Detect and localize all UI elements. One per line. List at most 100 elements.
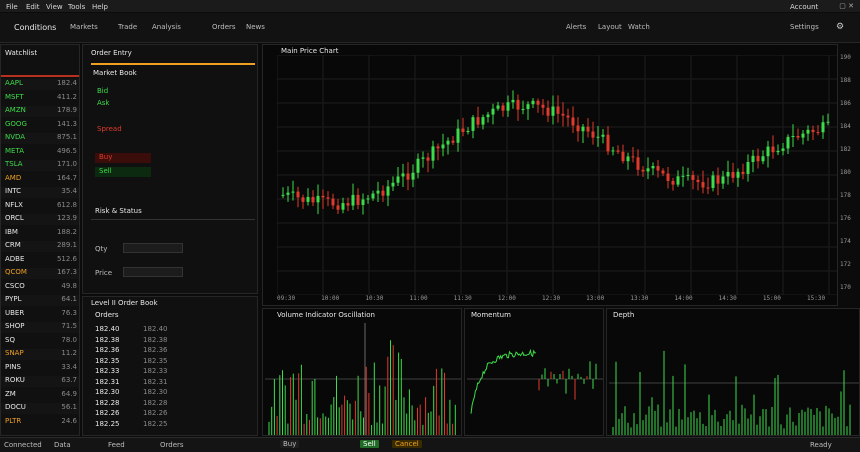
watchlist-symbol: PINS — [5, 362, 21, 371]
watchlist-row[interactable]: ROKU 63.7 — [1, 376, 79, 387]
watchlist-value: 56.1 — [61, 403, 77, 411]
toolbar-layout[interactable]: Layout — [598, 23, 622, 31]
watchlist-row[interactable]: INTC 35.4 — [1, 187, 79, 198]
menu-edit[interactable]: Edit — [26, 3, 40, 11]
momentum-line — [470, 348, 536, 414]
candle-body — [286, 192, 290, 195]
momentum-chart-plot[interactable] — [467, 323, 603, 435]
status-ready: Ready — [810, 441, 832, 449]
watchlist-row[interactable]: PYPL 64.1 — [1, 295, 79, 306]
toolbar-alerts[interactable]: Alerts — [566, 23, 586, 31]
tab-trade[interactable]: Trade — [118, 23, 137, 31]
window-controls[interactable]: ▢ ✕ — [839, 2, 854, 10]
depth-chart-plot[interactable] — [609, 323, 859, 435]
watchlist-row[interactable]: NVDA 875.1 — [1, 133, 79, 144]
watchlist-row[interactable]: QCOM 167.3 — [1, 268, 79, 279]
candle-body — [401, 173, 405, 177]
watchlist-row[interactable]: MSFT 411.2 — [1, 93, 79, 104]
x-tick-label: 10:30 — [365, 295, 384, 302]
watchlist-row[interactable]: ZM 64.9 — [1, 389, 79, 401]
watchlist-row[interactable]: CRM 289.1 — [1, 241, 79, 252]
candle-body — [631, 156, 635, 158]
buy-button[interactable]: Buy — [95, 153, 151, 163]
order-book-price-mirror: 182.33 — [143, 367, 168, 375]
watchlist-row[interactable]: PINS 33.4 — [1, 362, 79, 374]
watchlist-row[interactable]: DOCU 56.1 — [1, 403, 79, 414]
watchlist-value: 71.5 — [61, 322, 77, 330]
status-cancel-button[interactable]: Cancel — [392, 440, 422, 448]
candle-body — [581, 126, 585, 132]
candle-body — [731, 171, 735, 178]
order-book-row[interactable]: 182.30 182.30 — [83, 388, 257, 399]
watchlist-row[interactable]: ADBE 512.6 — [1, 254, 79, 266]
y-tick-label: 172 — [840, 261, 851, 268]
watchlist-row[interactable]: AMZN 178.9 — [1, 106, 79, 117]
gear-icon[interactable]: ⚙ — [836, 22, 844, 32]
order-book-row[interactable]: 182.36 182.36 — [83, 346, 257, 357]
watchlist-row[interactable]: PLTR 24.6 — [1, 416, 79, 428]
menu-account[interactable]: Account — [790, 3, 818, 11]
watchlist-row[interactable]: IBM 188.2 — [1, 227, 79, 239]
status-buy-button[interactable]: Buy — [280, 440, 300, 448]
order-book-price: 182.30 — [95, 388, 120, 396]
order-book-row[interactable]: 182.26 182.26 — [83, 409, 257, 420]
watchlist-row[interactable]: AAPL 182.4 — [1, 79, 79, 90]
watchlist-value: 171.0 — [56, 160, 77, 168]
watchlist-row[interactable]: GOOG 141.3 — [1, 120, 79, 131]
candle-body — [301, 197, 305, 202]
watchlist-row[interactable]: AMD 164.7 — [1, 173, 79, 185]
order-book-row[interactable]: 182.38 182.38 — [83, 336, 257, 347]
order-book-row[interactable]: 182.35 182.35 — [83, 357, 257, 368]
tab-news[interactable]: News — [246, 23, 265, 31]
y-tick-label: 184 — [840, 123, 851, 130]
status-sell-button[interactable]: Sell — [360, 440, 379, 448]
watchlist-value: 123.9 — [56, 214, 77, 222]
watchlist-symbol: IBM — [5, 227, 18, 236]
candle-body — [521, 109, 525, 111]
order-panel: Order Entry Market Book Bid Ask Spread B… — [82, 44, 258, 294]
watchlist-panel: Watchlist AAPL 182.4 MSFT 411.2 AMZN 178.9 GOO… — [0, 44, 80, 436]
watchlist-value: 512.6 — [56, 254, 77, 263]
volume-chart-plot[interactable] — [265, 323, 461, 435]
sell-button[interactable]: Sell — [95, 167, 151, 177]
watchlist-row[interactable]: TSLA 171.0 — [1, 160, 79, 171]
candle-body — [396, 176, 400, 183]
order-book-row[interactable]: 182.31 182.31 — [83, 378, 257, 389]
qty-input[interactable] — [123, 243, 183, 253]
candle-body — [431, 146, 435, 161]
main-chart-plot[interactable] — [277, 55, 837, 295]
order-book-row[interactable]: 182.33 182.33 — [83, 367, 257, 378]
watchlist-row[interactable]: META 496.5 — [1, 146, 79, 158]
order-book-row[interactable]: 182.25 182.25 — [83, 419, 257, 431]
x-tick-label: 15:00 — [762, 295, 781, 302]
candle-body — [571, 117, 575, 126]
watchlist-row[interactable]: ORCL 123.9 — [1, 214, 79, 225]
price-input[interactable] — [123, 267, 183, 277]
order-book-row[interactable]: 182.40 182.40 — [83, 325, 257, 336]
toolbar-watch[interactable]: Watch — [628, 23, 650, 31]
menu-help[interactable]: Help — [92, 3, 108, 11]
qty-label: Qty — [95, 245, 108, 253]
tab-markets[interactable]: Markets — [70, 23, 98, 31]
candle-body — [381, 190, 385, 196]
app-title: Conditions — [14, 23, 57, 32]
watchlist-row[interactable]: UBER 76.3 — [1, 309, 79, 320]
watchlist-symbol: AMD — [5, 173, 22, 182]
watchlist-row[interactable]: NFLX 612.8 — [1, 201, 79, 212]
tab-analysis[interactable]: Analysis — [152, 23, 181, 31]
menu-file[interactable]: File — [6, 3, 18, 11]
watchlist-row[interactable]: SQ 78.0 — [1, 336, 79, 347]
tab-orders[interactable]: Orders — [212, 23, 236, 31]
order-book-price-mirror: 182.25 — [143, 419, 168, 428]
watchlist-row[interactable]: SNAP 11.2 — [1, 349, 79, 360]
watchlist-row[interactable]: SHOP 71.5 — [1, 322, 79, 333]
toolbar-settings[interactable]: Settings — [790, 23, 819, 31]
watchlist-symbol: META — [5, 146, 24, 155]
menu-view[interactable]: View — [46, 3, 63, 11]
menu-tools[interactable]: Tools — [68, 3, 85, 11]
watchlist-value: 24.6 — [61, 416, 77, 425]
watchlist-row[interactable]: CSCO 49.8 — [1, 282, 79, 293]
order-book-row[interactable]: 182.28 182.28 — [83, 399, 257, 410]
candle-body — [376, 190, 380, 194]
watchlist-symbol: ZM — [5, 389, 16, 398]
